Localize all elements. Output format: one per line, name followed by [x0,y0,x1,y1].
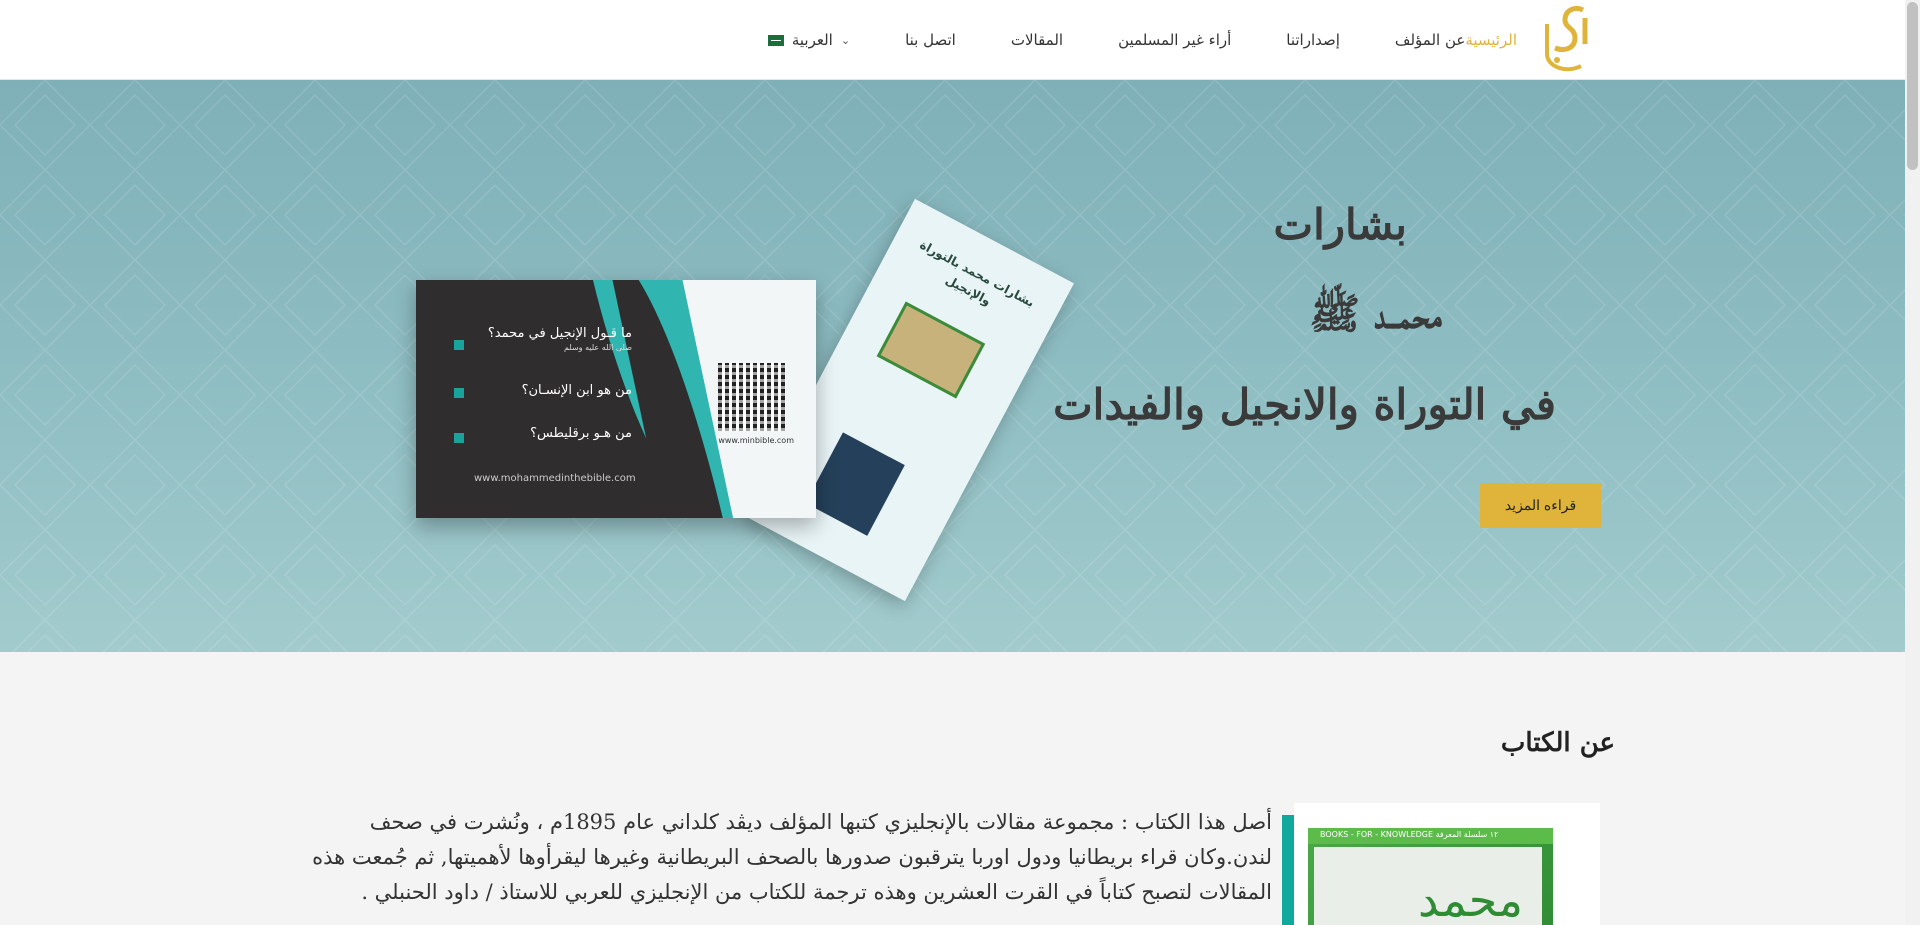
saudi-flag-icon [767,34,784,46]
accent-bar [1282,815,1294,925]
nav-item-non-muslim-opinions[interactable]: أراء غير المسلمين [1118,31,1231,49]
about-book-heading: عن الكتاب [1500,728,1615,758]
flyer-url: www.mohammedinthebible.com [474,473,636,484]
nav-menu: الرئيسية عن المؤلف إصداراتنا أراء غير ال… [708,0,1517,80]
bullet-icon [454,388,464,398]
book-card-logo [805,432,905,536]
qr-url: www.minbible.com [718,436,794,445]
book-box-calligraphy: محمد [1418,873,1524,925]
site-logo[interactable] [1531,4,1595,76]
flyer-question-2: من هو ابن الإنسـان؟ [521,383,632,398]
hero-title-line-1: بشارات [1273,200,1407,249]
promo-flyer: www.minbible.com ما قـول الإنجيل في محمد… [416,280,816,518]
scrollbar-thumb[interactable] [1907,2,1918,170]
flyer-question-1: ما قـول الإنجيل في محمد؟ صلى الله عليه و… [488,326,632,352]
nav-item-contact[interactable]: اتصل بنا [905,31,956,49]
hero-section: بشارات محمد بالتوراة والإنجيل www.minbib… [0,80,1905,652]
top-navbar: الرئيسية عن المؤلف إصداراتنا أراء غير ال… [0,0,1905,80]
qr-code-icon [718,363,786,431]
language-switcher[interactable]: العربية ⌄ [767,31,851,49]
about-book-text: أصل هذا الكتاب : مجموعة مقالات بالإنجليز… [312,810,1272,904]
book-box-image: BOOKS - FOR - KNOWLEDGE ١٢ سلسلة المعرفة… [1294,803,1600,925]
nav-item-articles[interactable]: المقالات [1011,31,1063,49]
book-card-image [876,301,986,399]
bullet-icon [454,340,464,350]
nav-item-home[interactable]: الرئيسية [1465,31,1517,49]
hero-title-line-2: محمــد ﷺ [1309,289,1442,338]
flyer-question-1-text: ما قـول الإنجيل في محمد؟ [487,326,632,341]
flyer-question-1-sub: صلى الله عليه وسلم [564,343,632,352]
nav-item-about-author[interactable]: عن المؤلف [1395,31,1465,49]
chevron-down-icon: ⌄ [840,33,851,47]
flyer-question-3: من هـو برقليطس؟ [530,426,632,441]
nav-item-publications[interactable]: إصداراتنا [1286,31,1340,49]
page-scrollbar[interactable] [1905,0,1920,925]
hero-title-line-3: في التوراة والانجيل والفيدات [1053,380,1556,429]
book-box-label: BOOKS - FOR - KNOWLEDGE ١٢ سلسلة المعرفة [1320,830,1499,839]
bullet-icon [454,433,464,443]
read-more-button[interactable]: قراءه المزيد [1480,483,1601,528]
language-label: العربية [791,31,833,49]
